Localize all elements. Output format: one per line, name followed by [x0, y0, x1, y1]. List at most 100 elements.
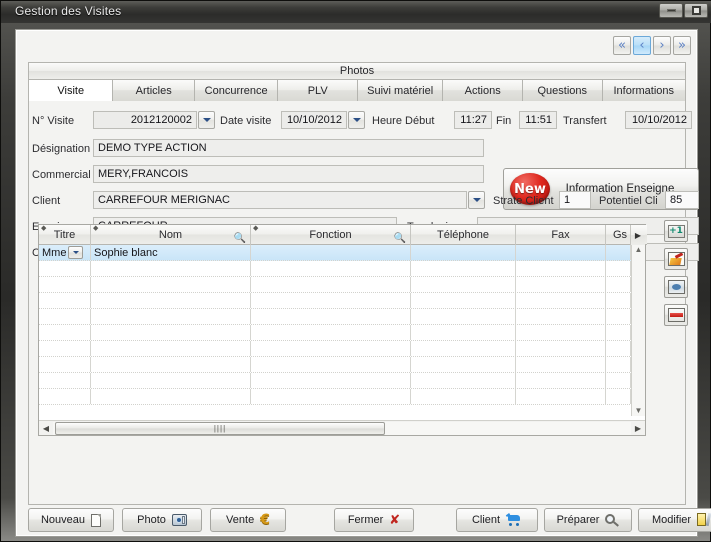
cell-empty[interactable] [91, 357, 251, 372]
cell-empty[interactable] [91, 309, 251, 324]
designation-input[interactable]: DEMO TYPE ACTION [93, 139, 484, 157]
cell-empty[interactable] [91, 325, 251, 340]
column-header-fax[interactable]: Fax [516, 225, 606, 245]
modifier-button[interactable]: Modifier [638, 508, 711, 532]
cell-gs[interactable] [606, 245, 631, 260]
table-row[interactable] [39, 293, 632, 309]
table-row[interactable] [39, 357, 632, 373]
photo-button[interactable]: Photo [122, 508, 202, 532]
cell-empty[interactable] [39, 341, 91, 356]
cell-empty[interactable] [91, 261, 251, 276]
grid-horizontal-scrollbar[interactable]: ◀ |||| ▶ [39, 420, 645, 435]
cell-empty[interactable] [606, 309, 631, 324]
strate-client-input[interactable]: 1 [559, 191, 591, 209]
cell-empty[interactable] [411, 341, 516, 356]
potentiel-cli-input[interactable]: 85 [665, 191, 699, 209]
cell-empty[interactable] [91, 293, 251, 308]
search-icon[interactable]: 🔍 [234, 233, 246, 244]
cell-empty[interactable] [411, 325, 516, 340]
view-card-button[interactable] [664, 276, 688, 298]
cell-empty[interactable] [516, 389, 606, 404]
cell-empty[interactable] [606, 389, 631, 404]
cell-empty[interactable] [411, 357, 516, 372]
edit-contact-button[interactable] [664, 248, 688, 270]
scroll-up-icon[interactable]: ▲ [635, 245, 643, 255]
cell-nom[interactable]: Sophie blanc [91, 245, 251, 260]
cell-empty[interactable] [39, 309, 91, 324]
cell-empty[interactable] [91, 389, 251, 404]
table-row[interactable] [39, 309, 632, 325]
tab-suivi-materiel[interactable]: Suivi matériel [358, 80, 443, 102]
cell-empty[interactable] [606, 261, 631, 276]
table-row[interactable] [39, 341, 632, 357]
cell-empty[interactable] [606, 277, 631, 292]
hscroll-track[interactable]: |||| [53, 422, 631, 435]
hscroll-thumb[interactable]: |||| [55, 422, 385, 435]
date-visite-dropdown-button[interactable] [348, 111, 365, 129]
transfert-input[interactable]: 10/10/2012 [625, 111, 692, 129]
client-dropdown-button[interactable] [468, 191, 485, 209]
cell-empty[interactable] [606, 293, 631, 308]
client-button[interactable]: Client [456, 508, 538, 532]
num-visite-input[interactable]: 2012120002 [93, 111, 197, 129]
heure-debut-input[interactable]: 11:27 [454, 111, 492, 129]
column-header-telephone[interactable]: Téléphone [411, 225, 516, 245]
nav-first-button[interactable]: « [613, 36, 631, 55]
cell-empty[interactable] [411, 373, 516, 388]
cell-telephone[interactable] [411, 245, 516, 260]
cell-fax[interactable] [516, 245, 606, 260]
cell-empty[interactable] [516, 325, 606, 340]
fermer-button[interactable]: Fermer ✘ [334, 508, 414, 532]
table-row[interactable]: Mme Sophie blanc [39, 245, 632, 261]
cell-empty[interactable] [411, 293, 516, 308]
table-row[interactable] [39, 325, 632, 341]
cell-empty[interactable] [606, 357, 631, 372]
tab-informations[interactable]: Informations [603, 80, 686, 102]
delete-contact-button[interactable] [664, 304, 688, 326]
cell-empty[interactable] [606, 341, 631, 356]
scroll-down-icon[interactable]: ▼ [635, 406, 643, 416]
cell-empty[interactable] [516, 309, 606, 324]
titre-dropdown-button[interactable] [68, 246, 83, 259]
cell-empty[interactable] [39, 373, 91, 388]
scroll-right-icon[interactable]: ▶ [631, 424, 645, 433]
cell-empty[interactable] [251, 325, 411, 340]
cell-empty[interactable] [516, 293, 606, 308]
cell-titre[interactable]: Mme [39, 245, 91, 260]
tab-questions[interactable]: Questions [523, 80, 603, 102]
cell-empty[interactable] [251, 357, 411, 372]
cell-empty[interactable] [91, 341, 251, 356]
date-visite-input[interactable]: 10/10/2012 [281, 111, 347, 129]
scroll-left-icon[interactable]: ◀ [39, 424, 53, 433]
search-icon[interactable]: 🔍 [394, 233, 406, 244]
cell-empty[interactable] [411, 261, 516, 276]
commercial-input[interactable]: MERY,FRANCOIS [93, 165, 484, 183]
cell-empty[interactable] [411, 389, 516, 404]
cell-empty[interactable] [516, 277, 606, 292]
cell-empty[interactable] [251, 373, 411, 388]
preparer-button[interactable]: Préparer [544, 508, 632, 532]
cell-empty[interactable] [411, 277, 516, 292]
tab-actions[interactable]: Actions [443, 80, 523, 102]
grid-vertical-scrollbar[interactable]: ▲ ▼ [631, 245, 645, 416]
cell-empty[interactable] [516, 341, 606, 356]
column-header-nom[interactable]: ◆ Nom 🔍 [91, 225, 251, 245]
cell-empty[interactable] [39, 357, 91, 372]
nav-previous-button[interactable]: ‹ [633, 36, 651, 55]
cell-empty[interactable] [251, 277, 411, 292]
cell-empty[interactable] [251, 293, 411, 308]
fin-input[interactable]: 11:51 [519, 111, 557, 129]
vente-button[interactable]: Vente € [210, 508, 286, 532]
nav-last-button[interactable]: » [673, 36, 691, 55]
cell-empty[interactable] [251, 389, 411, 404]
grid-scroll-right-icon[interactable]: ▶ [631, 225, 645, 245]
add-contact-button[interactable]: +1 [664, 220, 688, 242]
tab-articles[interactable]: Articles [113, 80, 195, 102]
cell-empty[interactable] [91, 373, 251, 388]
table-row[interactable] [39, 277, 632, 293]
cell-empty[interactable] [516, 261, 606, 276]
cell-empty[interactable] [411, 309, 516, 324]
num-visite-dropdown-button[interactable] [198, 111, 215, 129]
tab-concurrence[interactable]: Concurrence [195, 80, 278, 102]
minimize-button[interactable] [659, 3, 683, 18]
